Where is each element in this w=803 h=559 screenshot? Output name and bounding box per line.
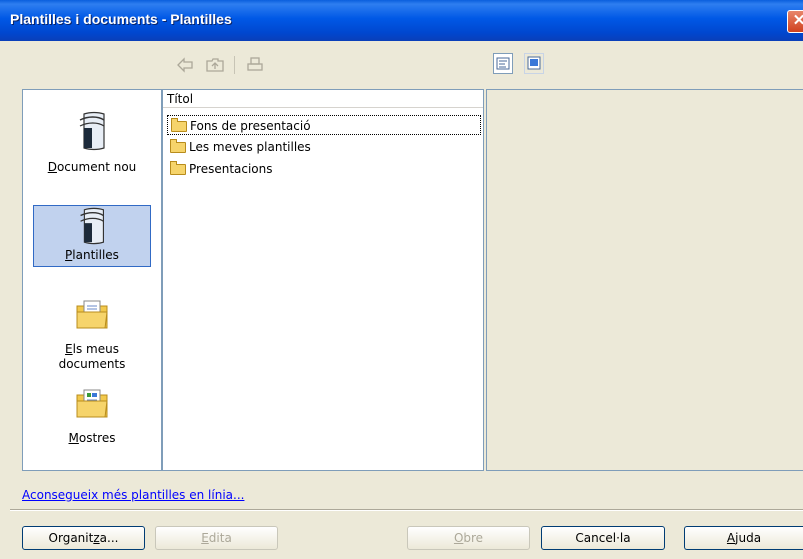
- nav-item-templates[interactable]: Plantilles: [33, 205, 151, 267]
- my-documents-icon: [76, 300, 108, 329]
- nav-item-label-line2: documents: [58, 357, 126, 371]
- open-label-key: O: [453, 531, 464, 545]
- help-label-key: A: [726, 531, 736, 545]
- print-icon[interactable]: [246, 56, 264, 74]
- nav-item-samples[interactable]: Mostres: [33, 387, 151, 457]
- list-item[interactable]: Les meves plantilles: [167, 137, 311, 157]
- close-icon[interactable]: ✕: [793, 12, 803, 29]
- more-templates-online-link[interactable]: Aconsegueix més plantilles en línia...: [22, 488, 244, 502]
- new-document-icon: [79, 111, 105, 151]
- separator: [10, 509, 803, 511]
- help-button[interactable]: Ajuda: [684, 526, 803, 550]
- nav-item-label: ostres: [78, 431, 116, 445]
- folder-icon: [170, 161, 186, 175]
- navigation-panel: Document nou Plantilles Els meus document…: [22, 89, 162, 471]
- preview-panel: [486, 89, 803, 471]
- column-header-title[interactable]: Títol: [163, 90, 483, 108]
- close-button[interactable]: ✕: [787, 10, 803, 33]
- up-folder-icon[interactable]: [206, 56, 224, 74]
- details-view-button[interactable]: [493, 53, 513, 74]
- organize-button[interactable]: Organitza...: [22, 526, 145, 550]
- open-label-rest: bre: [463, 531, 484, 545]
- folder-icon: [170, 139, 186, 153]
- list-item-label: Fons de presentació: [190, 119, 311, 133]
- template-list: Títol Fons de presentació Les meves plan…: [162, 89, 484, 471]
- toolbar: [0, 41, 803, 87]
- back-arrow-icon[interactable]: [176, 56, 194, 74]
- title-bar: Plantilles i documents - Plantilles ✕: [0, 0, 803, 41]
- cancel-button[interactable]: Cancel·la: [541, 526, 665, 550]
- help-label-rest: juda: [735, 531, 762, 545]
- samples-icon: [76, 389, 108, 418]
- nav-item-new-document[interactable]: Document nou: [33, 110, 151, 190]
- toolbar-separator: [234, 56, 235, 74]
- organize-label-post: a...: [99, 531, 119, 545]
- window-title: Plantilles i documents - Plantilles: [10, 11, 232, 27]
- edit-label-key: E: [201, 531, 209, 545]
- organize-label-pre: Organit: [48, 531, 94, 545]
- nav-item-label: ocument nou: [56, 160, 137, 174]
- nav-item-my-documents[interactable]: Els meus documents: [33, 298, 151, 378]
- details-view-icon[interactable]: [494, 54, 512, 73]
- open-button[interactable]: Obre: [407, 526, 530, 550]
- nav-item-key: E: [65, 342, 73, 356]
- edit-label-rest: dita: [208, 531, 232, 545]
- preview-view-button[interactable]: [524, 53, 544, 74]
- list-item[interactable]: Fons de presentació: [167, 115, 481, 135]
- preview-view-icon[interactable]: [525, 54, 543, 73]
- nav-item-key: D: [47, 160, 57, 174]
- edit-button[interactable]: Edita: [155, 526, 278, 550]
- list-item-label: Les meves plantilles: [189, 140, 311, 154]
- folder-icon: [171, 118, 187, 132]
- nav-item-label: ls meus: [72, 342, 119, 356]
- nav-item-label: lantilles: [72, 248, 119, 262]
- templates-icon: [80, 207, 104, 245]
- list-item[interactable]: Presentacions: [167, 159, 273, 179]
- list-item-label: Presentacions: [189, 162, 273, 176]
- nav-item-key: M: [68, 431, 79, 445]
